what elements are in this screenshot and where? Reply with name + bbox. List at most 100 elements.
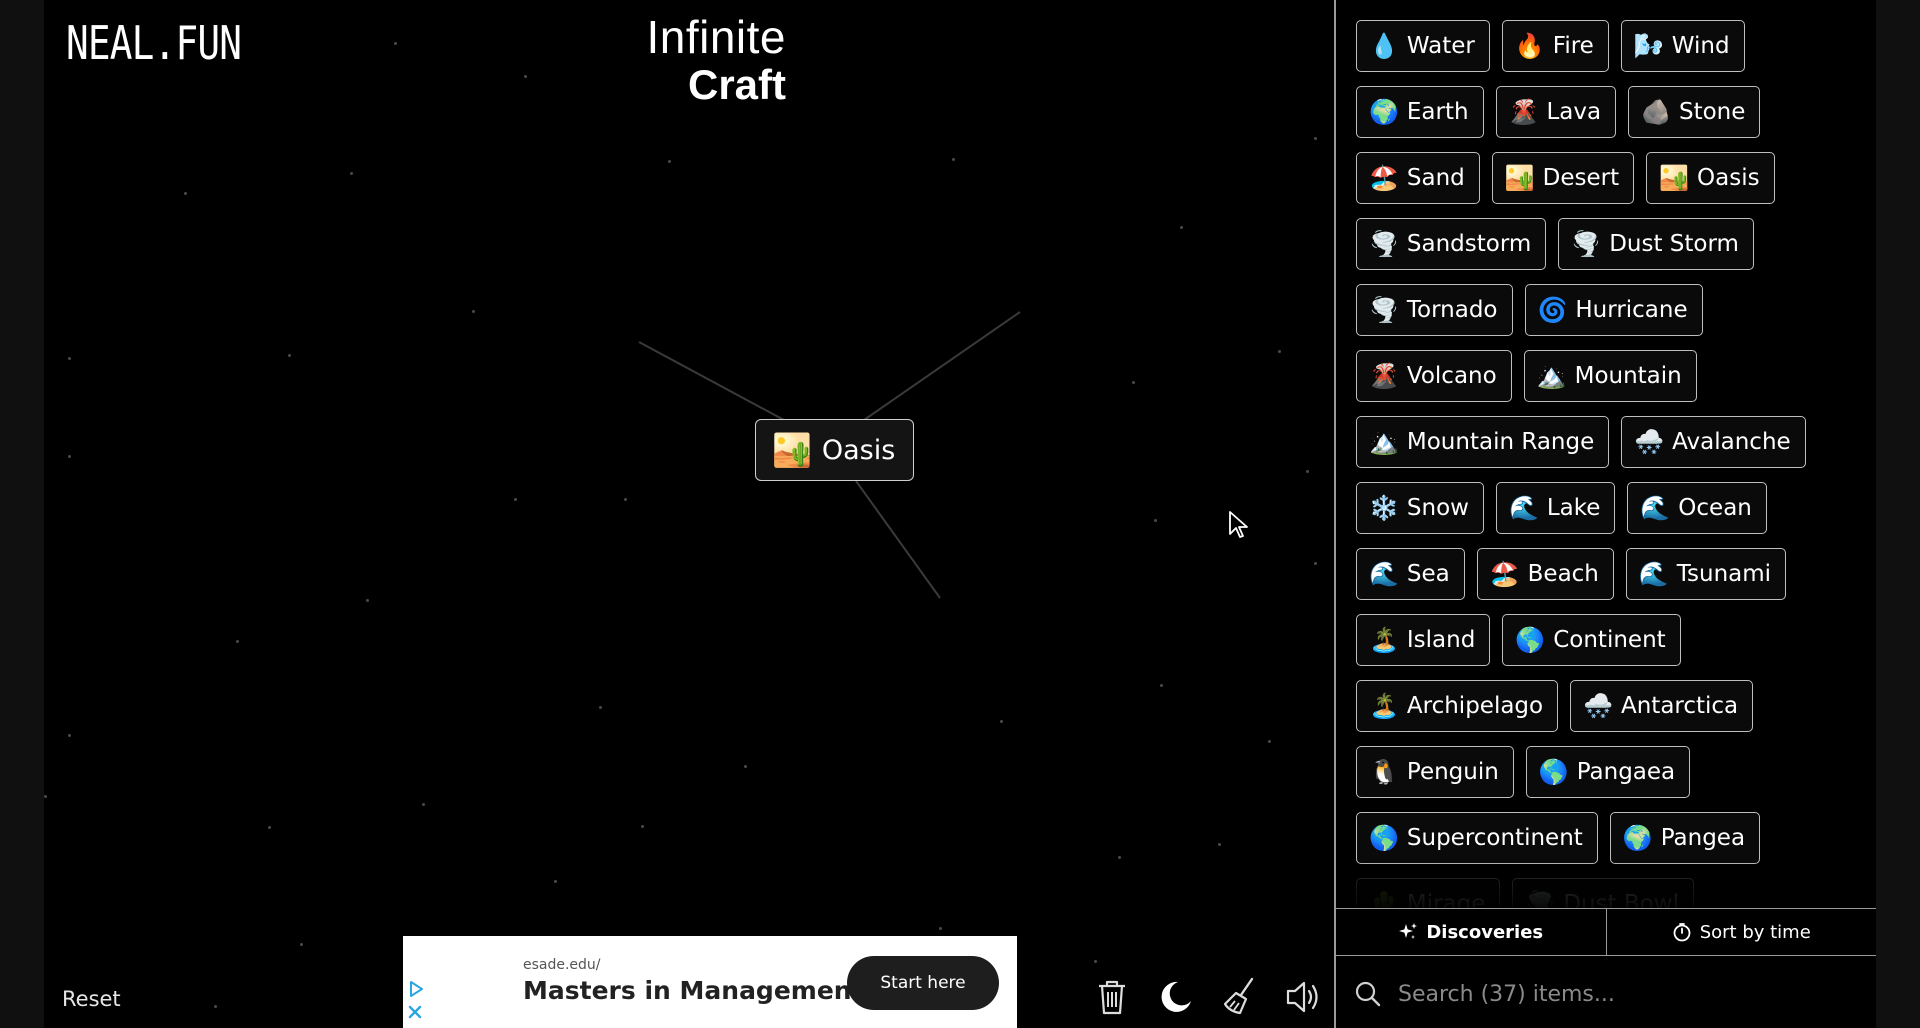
sidebar-item-penguin[interactable]: 🐧 Penguin (1356, 746, 1514, 798)
sidebar-item-fire[interactable]: 🔥 Fire (1501, 20, 1609, 72)
item-emoji-icon: 🌨️ (1583, 692, 1613, 720)
ad-start-button[interactable]: Start here (847, 956, 999, 1010)
search-bar (1336, 960, 1876, 1028)
item-emoji-icon: 🏜️ (1659, 164, 1690, 192)
item-label: Stone (1678, 99, 1746, 125)
sidebar-item-pangaea[interactable]: 🌎 Pangaea (1525, 746, 1691, 798)
item-emoji-icon: 🌎 (1515, 626, 1546, 654)
sidebar-item-wind[interactable]: 🌬️ Wind (1620, 20, 1745, 72)
item-label: Mountain (1574, 363, 1682, 389)
sidebar-item-tsunami[interactable]: 🌊 Tsunami (1625, 548, 1787, 600)
connection-line (863, 311, 1021, 421)
discoveries-button[interactable]: Discoveries (1336, 909, 1606, 955)
discoveries-label: Discoveries (1426, 921, 1544, 943)
sidebar-item-oasis[interactable]: 🏜️ Oasis (1646, 152, 1775, 204)
item-emoji-icon: 🏖️ (1489, 560, 1520, 588)
sidebar-item-snow[interactable]: ❄️ Snow (1356, 482, 1484, 534)
sidebar-item-tornado[interactable]: 🌪️ Tornado (1356, 284, 1513, 336)
sidebar-item-dust-storm[interactable]: 🌪️ Dust Storm (1558, 218, 1754, 270)
item-emoji-icon: 🏝️ (1369, 692, 1399, 720)
item-emoji-icon: 🌊 (1369, 560, 1399, 588)
sidebar-item-pangea[interactable]: 🌍 Pangea (1609, 812, 1761, 864)
adchoices-icon[interactable] (407, 980, 425, 998)
item-label: Volcano (1406, 363, 1497, 389)
sidebar-item-avalanche[interactable]: 🌨️ Avalanche (1621, 416, 1806, 468)
item-label: Island (1406, 627, 1476, 653)
item-emoji-icon: 🐧 (1369, 758, 1399, 786)
sidebar-item-archipelago[interactable]: 🏝️ Archipelago (1356, 680, 1559, 732)
broom-icon[interactable] (1220, 976, 1260, 1018)
title-line-2: Craft (687, 61, 786, 108)
sidebar-item-sea[interactable]: 🌊 Sea (1356, 548, 1465, 600)
connection-line (638, 341, 785, 421)
speaker-icon[interactable] (1284, 976, 1324, 1018)
craft-canvas[interactable]: NEAL.FUN Infinite Craft 🏜️ Oasis Reset e… (44, 0, 1334, 1028)
item-emoji-icon: 🌪️ (1369, 230, 1399, 258)
sidebar-tabs: Discoveries Sort by time (1336, 908, 1876, 956)
item-label: Antarctica (1620, 693, 1739, 719)
item-label: Archipelago (1406, 693, 1544, 719)
item-emoji-icon: 🌍 (1622, 824, 1653, 852)
item-emoji-icon: 💧 (1369, 32, 1399, 60)
item-emoji-icon: 🏔️ (1369, 428, 1399, 456)
sidebar-item-continent[interactable]: 🌎 Continent (1502, 614, 1681, 666)
item-label: Dust Storm (1609, 231, 1739, 257)
reset-button[interactable]: Reset (62, 987, 121, 1011)
item-emoji-icon: ❄️ (1369, 494, 1399, 522)
sidebar-item-ocean[interactable]: 🌊 Ocean (1627, 482, 1767, 534)
sidebar-item-sandstorm[interactable]: 🌪️ Sandstorm (1356, 218, 1547, 270)
ad-banner[interactable]: esade.edu/ Masters in Management Start h… (403, 936, 1017, 1028)
canvas-item-oasis[interactable]: 🏜️ Oasis (755, 419, 915, 481)
item-label: Fire (1552, 33, 1594, 59)
item-label: Snow (1406, 495, 1469, 521)
item-label: Pangaea (1576, 759, 1676, 785)
sidebar-item-lake[interactable]: 🌊 Lake (1495, 482, 1616, 534)
item-label: Lake (1546, 495, 1601, 521)
items-list[interactable]: 💧 Water 🔥 Fire 🌬️ Wind 🌍 Earth 🌋 Lava 🪨 Stone 🏖️ Sand… (1336, 0, 1876, 908)
sidebar-item-beach[interactable]: 🏖️ Beach (1476, 548, 1614, 600)
canvas-item-label: Oasis (821, 434, 896, 466)
item-label: Pangea (1660, 825, 1746, 851)
search-input[interactable] (1396, 980, 1840, 1008)
item-label: Sandstorm (1406, 231, 1532, 257)
item-label: Mountain Range (1406, 429, 1595, 455)
ad-headline[interactable]: Masters in Management (523, 976, 864, 1005)
search-icon (1355, 981, 1381, 1007)
sidebar-item-antarctica[interactable]: 🌨️ Antarctica (1570, 680, 1754, 732)
ad-url: esade.edu/ (523, 957, 601, 973)
sidebar-item-mountain-range[interactable]: 🏔️ Mountain Range (1356, 416, 1610, 468)
item-label: Beach (1527, 561, 1599, 587)
sidebar-item-sand[interactable]: 🏖️ Sand (1356, 152, 1480, 204)
item-label: Continent (1553, 627, 1666, 653)
item-label: Sand (1406, 165, 1465, 191)
sidebar-item-stone[interactable]: 🪨 Stone (1628, 86, 1761, 138)
sidebar-item-earth[interactable]: 🌍 Earth (1356, 86, 1484, 138)
item-label: Avalanche (1672, 429, 1791, 455)
timer-icon (1673, 923, 1691, 942)
moon-icon[interactable] (1156, 976, 1196, 1018)
item-emoji-icon: 🌪️ (1571, 230, 1602, 258)
close-icon[interactable] (407, 1004, 423, 1020)
sidebar-item-volcano[interactable]: 🌋 Volcano (1356, 350, 1512, 402)
item-emoji-icon: 🪨 (1641, 98, 1671, 126)
sort-label: Sort by time (1699, 921, 1811, 943)
sidebar-item-island[interactable]: 🏝️ Island (1356, 614, 1491, 666)
item-label: Oasis (1697, 165, 1760, 191)
item-label: Desert (1542, 165, 1620, 191)
neal-fun-logo[interactable]: NEAL.FUN (66, 16, 242, 70)
item-label: Wind (1671, 33, 1730, 59)
item-emoji-icon: 🌀 (1537, 296, 1568, 324)
item-label: Penguin (1406, 759, 1499, 785)
item-label: Sea (1406, 561, 1450, 587)
sort-by-time-button[interactable]: Sort by time (1605, 909, 1877, 955)
trash-icon[interactable] (1092, 976, 1132, 1018)
item-emoji-icon: 🌎 (1369, 824, 1399, 852)
sidebar-item-supercontinent[interactable]: 🌎 Supercontinent (1356, 812, 1598, 864)
sidebar-item-hurricane[interactable]: 🌀 Hurricane (1524, 284, 1703, 336)
sidebar-item-lava[interactable]: 🌋 Lava (1495, 86, 1617, 138)
sidebar-item-water[interactable]: 💧 Water (1356, 20, 1490, 72)
sidebar-item-desert[interactable]: 🏜️ Desert (1491, 152, 1635, 204)
item-emoji-icon: 🏜️ (1504, 164, 1535, 192)
item-emoji-icon: 🌨️ (1634, 428, 1665, 456)
sidebar-item-mountain[interactable]: 🏔️ Mountain (1523, 350, 1697, 402)
